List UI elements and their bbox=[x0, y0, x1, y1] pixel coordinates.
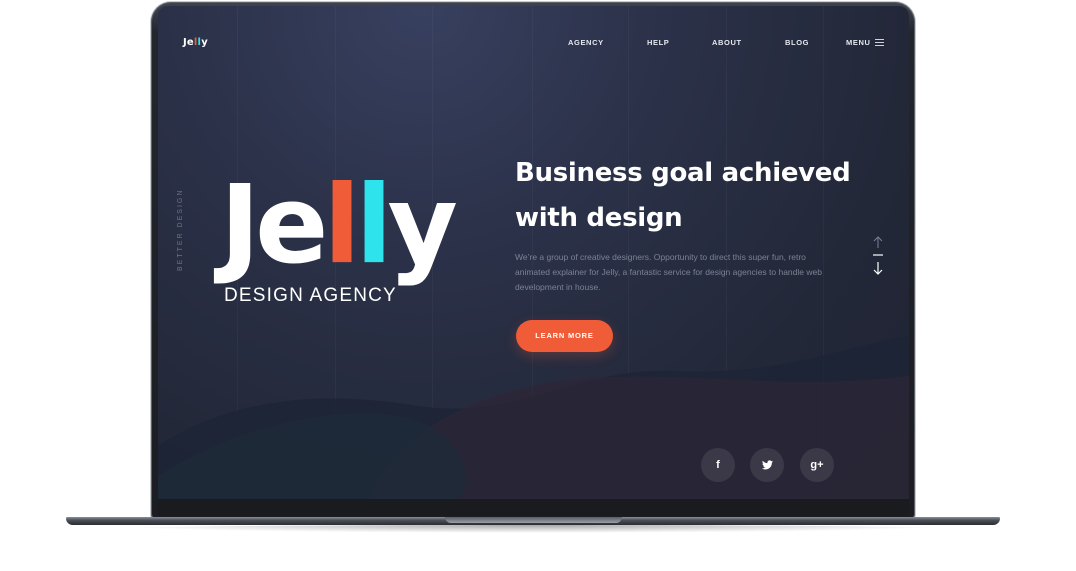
twitter-icon[interactable] bbox=[750, 448, 784, 482]
learn-more-button[interactable]: LEARN MORE bbox=[516, 320, 613, 352]
scroll-arrows bbox=[873, 236, 883, 275]
website-screen: Jelly AGENCY HELP ABOUT BLOG MENU BETTER… bbox=[158, 6, 909, 499]
side-tagline: BETTER DESIGN bbox=[177, 188, 184, 271]
google-plus-icon[interactable]: g+ bbox=[800, 448, 834, 482]
facebook-icon[interactable]: f bbox=[701, 448, 735, 482]
arrow-down-icon[interactable] bbox=[873, 262, 883, 275]
header-logo[interactable]: Jelly bbox=[183, 37, 208, 48]
brand-logo: Jelly bbox=[220, 163, 458, 288]
nav-item-about[interactable]: ABOUT bbox=[712, 38, 742, 47]
twitter-bird-icon bbox=[761, 460, 773, 470]
hero-description: We’re a group of creative designers. Opp… bbox=[515, 252, 822, 292]
hero-headline-line-2: with design bbox=[515, 203, 683, 233]
laptop-notch bbox=[445, 517, 622, 523]
hero-headline: Business goal achieved with design bbox=[515, 151, 855, 241]
hamburger-icon[interactable] bbox=[875, 39, 884, 46]
brand-subtitle: DESIGN AGENCY bbox=[224, 285, 397, 306]
laptop-screen-chin bbox=[158, 499, 909, 516]
nav-item-help[interactable]: HELP bbox=[647, 38, 669, 47]
arrow-up-icon[interactable] bbox=[873, 236, 883, 248]
laptop-mockup: Jelly AGENCY HELP ABOUT BLOG MENU BETTER… bbox=[0, 0, 1076, 571]
hero-headline-line-1: Business goal achieved bbox=[515, 158, 851, 188]
nav-item-blog[interactable]: BLOG bbox=[785, 38, 809, 47]
laptop-shadow bbox=[100, 525, 966, 533]
nav-item-agency[interactable]: AGENCY bbox=[568, 38, 604, 47]
menu-button[interactable]: MENU bbox=[846, 38, 870, 47]
